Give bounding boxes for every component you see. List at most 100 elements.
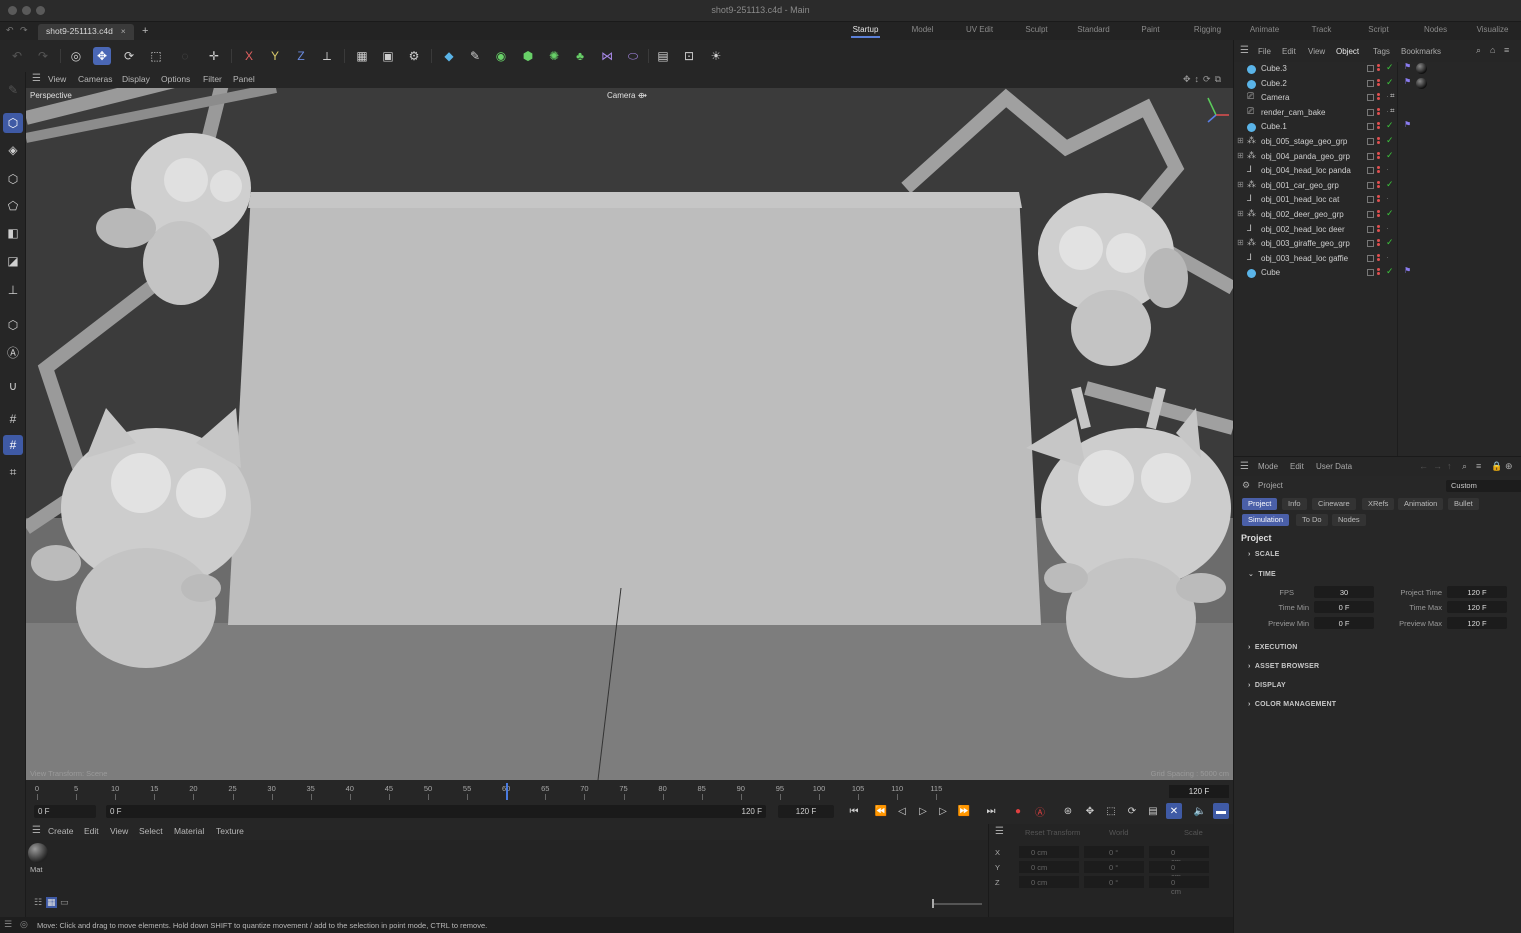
hamburger-menu-icon[interactable]: ☰ [1240,461,1249,472]
sound-icon[interactable]: 🔈 [1192,803,1208,819]
editor-render-visibility-icon[interactable] [1377,253,1380,263]
live-selection-icon[interactable]: ◎ [67,47,85,65]
viewport-menu-display[interactable]: Display [122,74,150,84]
soft-selection-icon[interactable]: Ⓐ [3,342,23,362]
floor-grid-icon[interactable]: ▤ [654,47,672,65]
subdivision-generator-icon[interactable]: ◉ [492,47,510,65]
light-object-icon[interactable]: ☀ [707,47,725,65]
preset-dropdown[interactable]: Custom [1446,480,1521,492]
home-icon[interactable]: ⌂ [1490,45,1495,55]
coordinate-system-icon[interactable]: ⟂ [318,47,336,65]
editor-render-visibility-icon[interactable] [1377,151,1380,161]
redo-icon[interactable]: ↷ [20,25,28,36]
model-mode-icon[interactable]: ⬡ [3,113,23,133]
expand-icon[interactable]: ⊞ [1237,151,1244,160]
viewport-projection-label[interactable]: Perspective [30,91,72,100]
layer-visibility-icon[interactable] [1367,108,1374,116]
layout-tab-uv-edit[interactable]: UV Edit [951,25,1008,34]
redo-button[interactable]: ↷ [34,47,52,65]
expand-icon[interactable]: ⊞ [1237,136,1244,145]
forward-arrow-icon[interactable]: → [1433,461,1442,471]
layer-visibility-icon[interactable] [1367,152,1374,160]
camera-tag-icon[interactable]: ⌗ [1390,106,1398,115]
go-to-start-icon[interactable]: ⏮ [846,803,862,819]
layout-tab-script[interactable]: Script [1350,25,1407,34]
enabled-check-icon[interactable]: ✓ [1386,120,1394,131]
enabled-state-icon[interactable]: · [1386,193,1389,203]
timeline-options-icon[interactable]: ▬ [1213,803,1229,819]
layer-visibility-icon[interactable] [1367,254,1374,262]
cloner-icon[interactable]: ✺ [545,47,563,65]
editor-render-visibility-icon[interactable] [1377,268,1380,277]
thumbnail-size-slider[interactable] [932,899,982,908]
object-row[interactable]: ⊞ ⁂ obj_005_stage_geo_grp ✓ [1234,135,1521,150]
enabled-state-icon[interactable]: · [1386,223,1389,233]
volume-builder-icon[interactable]: ♣ [571,47,589,65]
om-menu-object[interactable]: Object [1336,47,1359,56]
viewport-menu-cameras[interactable]: Cameras [78,74,112,84]
section-time[interactable]: ⌄ TIME [1248,570,1276,578]
object-row[interactable]: ⅃ obj_002_head_loc deer · [1234,223,1521,238]
attr-tab-to-do[interactable]: To Do [1296,514,1328,526]
size-field[interactable]: 0 cm [1149,876,1209,896]
enabled-check-icon[interactable]: ✓ [1386,266,1394,277]
layer-visibility-icon[interactable] [1367,79,1374,87]
phong-tag-icon[interactable]: ⚑ [1404,62,1412,71]
lock-icon[interactable]: 🔒 [1491,461,1502,472]
layer-visibility-icon[interactable] [1367,240,1374,248]
transform-axis-icon[interactable]: ✛ [205,47,223,65]
rotation-field[interactable]: 0 ° [1084,876,1144,888]
current-frame-field[interactable]: 120 F [1169,785,1229,798]
editor-render-visibility-icon[interactable] [1377,180,1380,190]
enabled-check-icon[interactable]: ✓ [1386,237,1394,248]
undo-button[interactable]: ↶ [8,47,26,65]
layout-tab-paint[interactable]: Paint [1122,25,1179,34]
material-menu-edit[interactable]: Edit [84,826,99,836]
phong-tag-icon[interactable]: ⚑ [1404,266,1412,275]
attr-menu-edit[interactable]: Edit [1290,462,1304,471]
section-scale[interactable]: › SCALE [1248,551,1280,558]
enabled-state-icon[interactable]: · [1386,252,1389,262]
attr-tab-info[interactable]: Info [1282,498,1307,510]
cube-object-icon[interactable]: ◆ [440,47,458,65]
attr-tab-bullet[interactable]: Bullet [1448,498,1479,510]
workplane-icon[interactable]: # [3,409,23,429]
array-generator-icon[interactable]: ⬢ [519,47,537,65]
transform-tool-icon[interactable]: ◌ [176,47,194,65]
preview-range-bar[interactable]: 0 F 120 F [106,805,766,818]
layout-tab-track[interactable]: Track [1293,25,1350,34]
editor-render-visibility-icon[interactable] [1377,122,1380,131]
object-row[interactable]: Cube.1 ✓ ⚑ [1234,120,1521,135]
layout-tab-sculpt[interactable]: Sculpt [1008,25,1065,34]
editor-render-visibility-icon[interactable] [1377,93,1380,102]
edge-mode-icon[interactable]: ⬠ [3,196,23,216]
rotate-tool-icon[interactable]: ⟳ [120,47,138,65]
document-tab[interactable]: shot9-251113.c4d × [38,24,134,40]
material-menu-texture[interactable]: Texture [216,826,244,836]
size-field[interactable]: 0 cm [1149,846,1209,866]
planar-workplane-icon[interactable]: ⌗ [3,462,23,482]
editor-render-visibility-icon[interactable] [1377,107,1380,117]
previous-frame-icon[interactable]: ◁ [894,803,910,819]
timeline-ruler[interactable]: 0510152025303540455055606570758085909510… [26,780,1233,800]
layer-visibility-icon[interactable] [1367,269,1374,277]
record-icon[interactable]: ● [1010,803,1026,819]
time-min-field[interactable]: 0 F [1314,601,1374,613]
deformer-icon[interactable]: ⋈ [598,47,616,65]
viewport-menu-options[interactable]: Options [161,74,190,84]
tweak-mode-icon[interactable]: ⬡ [3,315,23,335]
hamburger-menu-icon[interactable]: ☰ [4,919,12,930]
layer-visibility-icon[interactable] [1367,196,1374,204]
playhead[interactable] [506,783,509,800]
next-frame-icon[interactable]: ▷ [935,803,951,819]
section-display[interactable]: › DISPLAY [1248,682,1286,689]
y-axis-toggle[interactable]: Y [266,47,284,65]
play-icon[interactable]: ▷ [915,803,931,819]
layer-visibility-icon[interactable] [1367,65,1374,72]
viewport-3d[interactable]: Perspective Camera ⟴ View Transform: Sce… [26,88,1233,780]
section-asset-browser[interactable]: › ASSET BROWSER [1248,663,1319,670]
scale-tool-icon[interactable]: ⬚ [147,47,165,65]
fps-field[interactable]: 30 [1314,586,1374,598]
enabled-state-icon[interactable]: · [1386,91,1389,101]
viewport-menu-filter[interactable]: Filter [203,74,222,84]
